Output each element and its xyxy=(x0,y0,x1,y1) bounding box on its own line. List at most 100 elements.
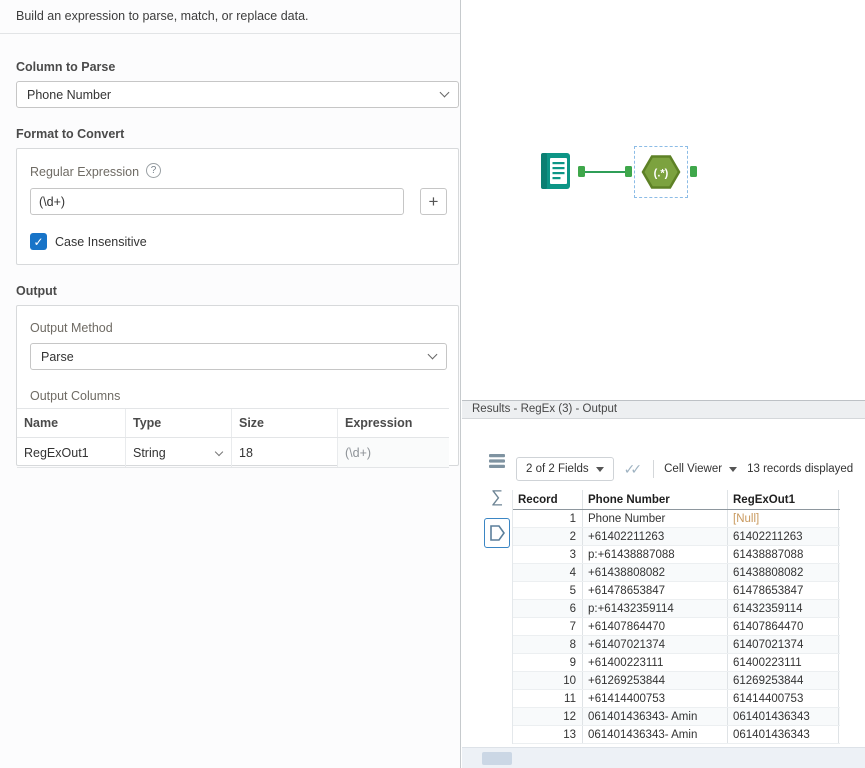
output-method-label: Output Method xyxy=(30,321,113,335)
table-row: 13 061401436343- Amin 061401436343 xyxy=(513,726,840,744)
column-header-phone-number[interactable]: Phone Number xyxy=(583,490,728,509)
regexout1-cell[interactable]: [Null] xyxy=(728,510,839,527)
results-panel-body: ∑ 2 of 2 Fields ✓✓ Cell Viewer 13 record… xyxy=(462,419,865,768)
phone-number-cell[interactable]: 061401436343- Amin xyxy=(583,708,728,725)
table-row: 9 +61400223111 61400223111 xyxy=(513,654,840,672)
regular-expression-input[interactable] xyxy=(30,188,404,215)
regexout1-cell[interactable]: 61402211263 xyxy=(728,528,839,545)
output-column-size-cell[interactable]: 18 xyxy=(232,438,338,467)
results-grid: Record Phone Number RegExOut1 1 Phone Nu… xyxy=(512,490,840,744)
phone-number-cell[interactable]: +61402211263 xyxy=(583,528,728,545)
fields-dropdown[interactable]: 2 of 2 Fields xyxy=(516,457,614,481)
phone-number-cell[interactable]: 061401436343- Amin xyxy=(583,726,728,743)
help-icon[interactable]: ? xyxy=(146,163,161,178)
regexout1-cell[interactable]: 61432359114 xyxy=(728,600,839,617)
text-input-output-anchor[interactable] xyxy=(578,166,585,177)
column-header-name: Name xyxy=(17,409,126,437)
regexout1-cell[interactable]: 61400223111 xyxy=(728,654,839,671)
phone-number-cell[interactable]: +61400223111 xyxy=(583,654,728,671)
record-number-cell[interactable]: 13 xyxy=(513,726,583,743)
phone-number-cell[interactable]: +61407864470 xyxy=(583,618,728,635)
case-insensitive-label: Case Insensitive xyxy=(55,235,147,249)
connection-line[interactable] xyxy=(585,171,625,173)
record-number-cell[interactable]: 12 xyxy=(513,708,583,725)
regexout1-cell[interactable]: 61478653847 xyxy=(728,582,839,599)
scrollbar-thumb[interactable] xyxy=(482,752,512,765)
add-expression-button[interactable]: + xyxy=(420,188,447,215)
record-number-cell[interactable]: 7 xyxy=(513,618,583,635)
rows-view-icon[interactable] xyxy=(488,452,506,470)
column-to-parse-select[interactable]: Phone Number xyxy=(16,81,459,108)
table-row: 10 +61269253844 61269253844 xyxy=(513,672,840,690)
output-column-row: RegExOut1 String 18 (\d+) xyxy=(17,438,449,467)
record-number-cell[interactable]: 11 xyxy=(513,690,583,707)
apply-checkmarks-icon[interactable]: ✓✓ xyxy=(624,461,643,478)
record-number-cell[interactable]: 1 xyxy=(513,510,583,527)
svg-text:(.*): (.*) xyxy=(654,168,669,180)
phone-number-cell[interactable]: +61414400753 xyxy=(583,690,728,707)
results-view-rail: ∑ xyxy=(462,419,510,747)
regex-configuration-panel: Build an expression to parse, match, or … xyxy=(0,0,461,768)
record-number-cell[interactable]: 2 xyxy=(513,528,583,545)
table-row: 2 +61402211263 61402211263 xyxy=(513,528,840,546)
regexout1-cell[interactable]: 61407021374 xyxy=(728,636,839,653)
results-main-area: 2 of 2 Fields ✓✓ Cell Viewer 13 records … xyxy=(510,419,865,747)
column-header-record[interactable]: Record xyxy=(513,490,583,509)
regexout1-cell[interactable]: 61269253844 xyxy=(728,672,839,689)
record-number-cell[interactable]: 4 xyxy=(513,564,583,581)
horizontal-scrollbar[interactable] xyxy=(462,747,865,768)
text-input-tool[interactable] xyxy=(538,151,574,191)
regexout1-cell[interactable]: 061401436343 xyxy=(728,726,839,743)
regexout1-cell[interactable]: 61414400753 xyxy=(728,690,839,707)
table-row: 8 +61407021374 61407021374 xyxy=(513,636,840,654)
regex-output-anchor[interactable] xyxy=(690,166,697,177)
record-number-cell[interactable]: 9 xyxy=(513,654,583,671)
output-column-type-value: String xyxy=(133,445,166,460)
regexout1-cell[interactable]: 61438887088 xyxy=(728,546,839,563)
phone-number-cell[interactable]: +61269253844 xyxy=(583,672,728,689)
column-to-parse-value: Phone Number xyxy=(27,87,112,102)
regexout1-cell[interactable]: 061401436343 xyxy=(728,708,839,725)
cell-viewer-label: Cell Viewer xyxy=(664,463,723,475)
phone-number-cell[interactable]: Phone Number xyxy=(583,510,728,527)
table-row: 3 p:+61438887088 61438887088 xyxy=(513,546,840,564)
output-column-name-cell[interactable]: RegExOut1 xyxy=(17,438,126,467)
case-insensitive-checkbox[interactable]: ✓ xyxy=(30,233,47,250)
regex-tool[interactable]: (.*) xyxy=(634,146,688,198)
record-number-cell[interactable]: 6 xyxy=(513,600,583,617)
phone-number-cell[interactable]: +61438808082 xyxy=(583,564,728,581)
results-grid-header-row: Record Phone Number RegExOut1 xyxy=(513,490,840,510)
phone-number-cell[interactable]: +61407021374 xyxy=(583,636,728,653)
regexout1-cell[interactable]: 61438808082 xyxy=(728,564,839,581)
regex-input-anchor[interactable] xyxy=(625,166,632,177)
phone-number-cell[interactable]: +61478653847 xyxy=(583,582,728,599)
column-to-parse-label: Column to Parse xyxy=(16,60,116,74)
phone-number-cell[interactable]: p:+61438887088 xyxy=(583,546,728,563)
record-number-cell[interactable]: 8 xyxy=(513,636,583,653)
regex-tool-icon: (.*) xyxy=(641,155,681,189)
column-header-type: Type xyxy=(126,409,232,437)
record-number-cell[interactable]: 10 xyxy=(513,672,583,689)
column-header-size: Size xyxy=(232,409,338,437)
output-columns-header-row: Name Type Size Expression xyxy=(17,409,449,438)
record-number-cell[interactable]: 5 xyxy=(513,582,583,599)
chevron-down-icon xyxy=(439,87,450,98)
cell-viewer-dropdown[interactable]: Cell Viewer xyxy=(664,463,738,475)
output-column-type-select[interactable]: String xyxy=(126,438,232,467)
column-header-expression: Expression xyxy=(345,416,413,430)
output-method-select[interactable]: Parse xyxy=(30,343,447,370)
metadata-view-icon[interactable]: ∑ xyxy=(488,486,506,508)
column-header-regexout1[interactable]: RegExOut1 xyxy=(728,490,839,509)
format-to-convert-group: Regular Expression ? + ✓ Case Insensitiv… xyxy=(16,148,459,265)
table-row: 1 Phone Number [Null] xyxy=(513,510,840,528)
data-view-icon[interactable] xyxy=(484,518,510,548)
workflow-canvas[interactable]: (.*) xyxy=(462,0,865,400)
table-row: 11 +61414400753 61414400753 xyxy=(513,690,840,708)
record-number-cell[interactable]: 3 xyxy=(513,546,583,563)
output-label: Output xyxy=(16,284,57,298)
phone-number-cell[interactable]: p:+61432359114 xyxy=(583,600,728,617)
regexout1-cell[interactable]: 61407864470 xyxy=(728,618,839,635)
table-row: 7 +61407864470 61407864470 xyxy=(513,618,840,636)
toolbar-separator xyxy=(653,460,655,478)
records-displayed-text: 13 records displayed xyxy=(747,463,854,475)
